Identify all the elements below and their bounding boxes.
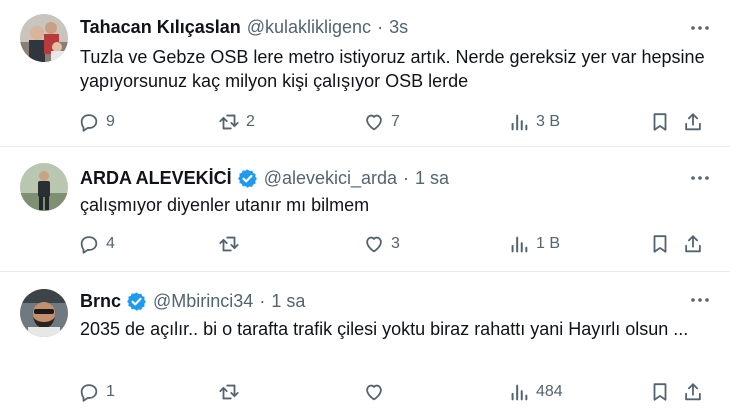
tweet-actions: 1 484 <box>78 379 714 405</box>
separator-dot: · <box>259 291 266 311</box>
reply-icon <box>78 233 100 255</box>
bookmark-button[interactable] <box>649 231 671 257</box>
user-handle[interactable]: @kulaklikligenc <box>247 16 371 38</box>
bookmark-button[interactable] <box>649 379 671 405</box>
share-button[interactable] <box>682 379 704 405</box>
reply-count: 1 <box>106 383 115 400</box>
timestamp[interactable]: 1 sa <box>415 167 449 189</box>
retweet-button[interactable]: 2 <box>218 109 255 135</box>
reply-button[interactable]: 9 <box>78 109 115 135</box>
more-icon <box>691 26 709 30</box>
views-icon <box>508 233 530 255</box>
tweet[interactable]: Brnc @Mbirinci34 · 1 sa 2035 de açılır..… <box>0 273 730 420</box>
reply-icon <box>78 111 100 133</box>
like-button[interactable]: 3 <box>363 231 400 257</box>
like-icon <box>363 111 385 133</box>
retweet-count: 2 <box>246 113 255 130</box>
view-count: 1 B <box>536 235 561 252</box>
views-button[interactable]: 484 <box>508 379 563 405</box>
reply-icon <box>78 381 100 403</box>
tweet-text: 2035 de açılır.. bi o tarafta trafik çil… <box>80 319 689 339</box>
views-icon <box>508 381 530 403</box>
user-handle[interactable]: @Mbirinci34 <box>153 290 253 312</box>
user-handle[interactable]: @alevekici_arda <box>264 167 397 189</box>
tweet-actions: 9 2 7 3 B <box>78 109 714 135</box>
views-icon <box>508 111 530 133</box>
verified-badge-icon <box>237 168 257 188</box>
more-icon <box>691 176 709 180</box>
tweet-text: çalışmıyor diyenler utanır mı bilmem <box>80 195 370 215</box>
separator-dot: · <box>377 17 384 37</box>
like-icon <box>363 381 385 403</box>
like-icon <box>363 233 385 255</box>
share-icon <box>682 233 704 255</box>
tweet-actions: 4 3 1 B <box>78 231 714 257</box>
tweet-text: Tuzla ve Gebze OSB lere metro istiyoruz … <box>80 47 705 91</box>
more-options-button[interactable] <box>688 166 712 190</box>
bookmark-icon <box>649 381 671 403</box>
bookmark-icon <box>649 233 671 255</box>
avatar[interactable] <box>20 163 68 211</box>
like-button[interactable] <box>363 379 391 405</box>
share-button[interactable] <box>682 109 704 135</box>
tweet[interactable]: Tahacan Kılıçaslan @kulaklikligenc · 3s … <box>0 0 730 147</box>
like-button[interactable]: 7 <box>363 109 400 135</box>
avatar[interactable] <box>20 289 68 337</box>
reply-count: 4 <box>106 235 115 252</box>
retweet-icon <box>218 233 240 255</box>
timestamp[interactable]: 1 sa <box>271 290 305 312</box>
retweet-button[interactable] <box>218 379 246 405</box>
tweet-header: Brnc @Mbirinci34 · 1 sa <box>80 290 305 312</box>
display-name[interactable]: Brnc <box>80 290 121 312</box>
like-count: 3 <box>391 235 400 252</box>
timestamp[interactable]: 3s <box>389 16 408 38</box>
tweet-feed: Tahacan Kılıçaslan @kulaklikligenc · 3s … <box>0 0 730 420</box>
tweet-header: Tahacan Kılıçaslan @kulaklikligenc · 3s <box>80 16 408 38</box>
more-icon <box>691 298 709 302</box>
retweet-icon <box>218 381 240 403</box>
retweet-icon <box>218 111 240 133</box>
bookmark-button[interactable] <box>649 109 671 135</box>
like-count: 7 <box>391 113 400 130</box>
reply-count: 9 <box>106 113 115 130</box>
reply-button[interactable]: 4 <box>78 231 115 257</box>
separator-dot: · <box>403 168 410 188</box>
view-count: 3 B <box>536 113 561 130</box>
display-name[interactable]: ARDA ALEVEKİCİ <box>80 167 232 189</box>
share-button[interactable] <box>682 231 704 257</box>
avatar[interactable] <box>20 14 68 62</box>
view-count: 484 <box>536 383 563 400</box>
tweet[interactable]: ARDA ALEVEKİCİ @alevekici_arda · 1 sa ça… <box>0 148 730 272</box>
reply-button[interactable]: 1 <box>78 379 115 405</box>
more-options-button[interactable] <box>688 16 712 40</box>
bookmark-icon <box>649 111 671 133</box>
retweet-button[interactable] <box>218 231 246 257</box>
tweet-header: ARDA ALEVEKİCİ @alevekici_arda · 1 sa <box>80 167 449 189</box>
display-name[interactable]: Tahacan Kılıçaslan <box>80 16 241 38</box>
verified-badge-icon <box>127 291 146 311</box>
views-button[interactable]: 1 B <box>508 231 560 257</box>
share-icon <box>682 381 704 403</box>
more-options-button[interactable] <box>688 288 712 312</box>
views-button[interactable]: 3 B <box>508 109 560 135</box>
share-icon <box>682 111 704 133</box>
